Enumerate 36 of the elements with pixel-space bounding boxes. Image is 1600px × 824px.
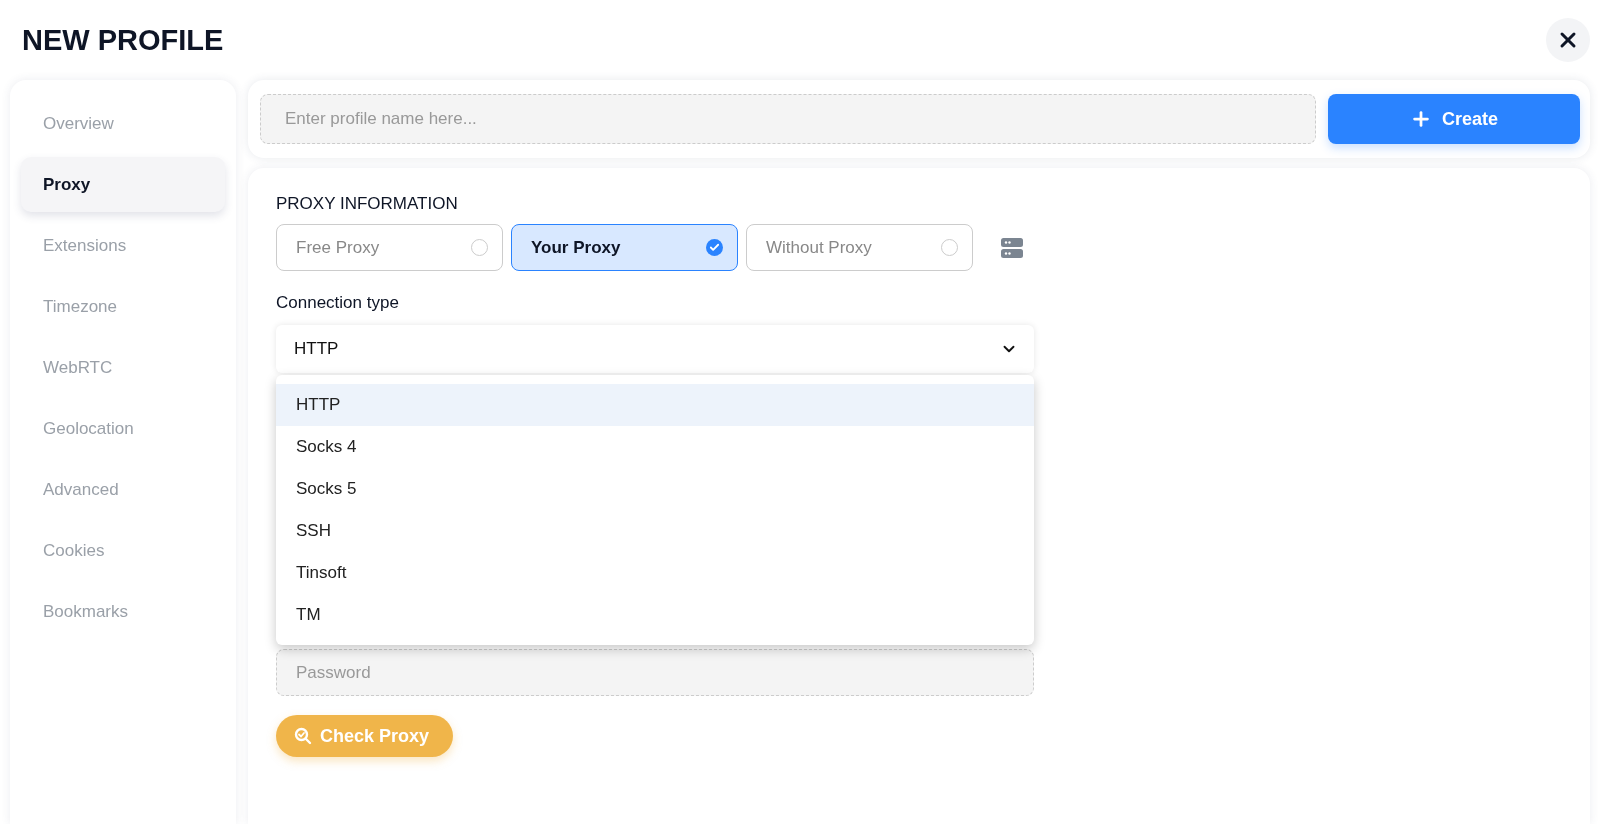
check-icon xyxy=(706,239,723,256)
section-heading: PROXY INFORMATION xyxy=(276,194,459,214)
plus-icon xyxy=(1410,108,1432,130)
page-title: NEW PROFILE xyxy=(22,23,224,57)
field-label: Connection type xyxy=(276,293,400,313)
dropdown-option[interactable]: Socks 4 xyxy=(276,426,1034,468)
sidebar-item[interactable]: Extensions xyxy=(21,218,225,273)
radio-icon xyxy=(941,239,958,256)
sidebar-item[interactable]: Timezone xyxy=(21,279,225,334)
dropdown-option[interactable]: SSH xyxy=(276,510,1034,552)
sidebar-item[interactable]: Bookmarks xyxy=(21,584,225,639)
create-button[interactable]: Create xyxy=(1328,94,1580,144)
close-button[interactable] xyxy=(1546,18,1590,62)
dropdown-option[interactable]: HTTP xyxy=(276,384,1034,426)
sidebar-item[interactable]: Geolocation xyxy=(21,401,225,456)
dropdown-option[interactable]: Tinsoft xyxy=(276,552,1034,594)
option-label: Free Proxy xyxy=(296,237,380,258)
radio-icon xyxy=(471,239,488,256)
server-icon[interactable] xyxy=(1001,236,1023,259)
dropdown-option[interactable]: TM xyxy=(276,594,1034,636)
profile-name-field[interactable]: Enter profile name here... xyxy=(260,94,1316,144)
sidebar-item[interactable]: WebRTC xyxy=(21,340,225,395)
option-label: Without Proxy xyxy=(766,237,872,258)
sidebar-item[interactable]: Cookies xyxy=(21,523,225,578)
proxy-option[interactable]: Free Proxy xyxy=(276,224,503,271)
sidebar-item[interactable]: Overview xyxy=(21,96,225,151)
sidebar-item[interactable]: Proxy xyxy=(21,157,225,212)
proxy-option[interactable]: Without Proxy xyxy=(746,224,973,271)
check-proxy-button[interactable]: Check Proxy xyxy=(276,715,454,757)
password-field[interactable]: Password xyxy=(276,649,1034,696)
sidebar-item[interactable]: Advanced xyxy=(21,462,225,517)
option-label: Your Proxy xyxy=(531,237,621,258)
search-icon xyxy=(294,727,312,745)
proxy-option[interactable]: Your Proxy xyxy=(511,224,738,271)
dropdown-option[interactable]: Socks 5 xyxy=(276,468,1034,510)
connection-type-select[interactable]: HTTP xyxy=(276,325,1034,373)
